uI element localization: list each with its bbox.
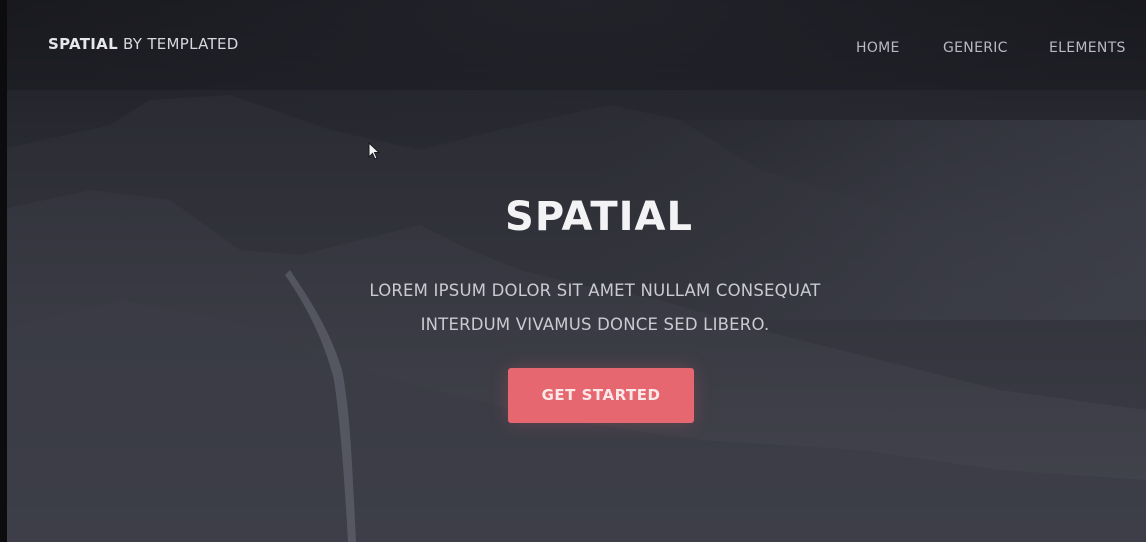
- nav-elements-link[interactable]: ELEMENTS: [1049, 40, 1126, 56]
- hero-subtitle-line-2: INTERDUM VIVAMUS DONCE SED LIBERO.: [420, 315, 770, 334]
- hero-subtitle: LOREM IPSUM DOLOR SIT AMET NULLAM CONSEQ…: [300, 274, 890, 342]
- mouse-pointer-icon: [368, 142, 380, 160]
- hero-subtitle-line-1: LOREM IPSUM DOLOR SIT AMET NULLAM CONSEQ…: [369, 281, 821, 300]
- logo-bold-text: SPATIAL: [48, 35, 118, 53]
- nav-home-link[interactable]: HOME: [856, 40, 900, 56]
- get-started-button[interactable]: GET STARTED: [508, 368, 694, 423]
- navbar: SPATIAL BY TEMPLATED HOME GENERIC ELEMEN…: [0, 0, 1146, 95]
- logo-rest-text: BY TEMPLATED: [117, 35, 239, 53]
- screen: SPATIAL BY TEMPLATED HOME GENERIC ELEMEN…: [0, 0, 1146, 542]
- nav-generic-link[interactable]: GENERIC: [943, 40, 1008, 56]
- hero-title: SPATIAL: [505, 194, 693, 240]
- site-logo[interactable]: SPATIAL BY TEMPLATED: [48, 35, 239, 53]
